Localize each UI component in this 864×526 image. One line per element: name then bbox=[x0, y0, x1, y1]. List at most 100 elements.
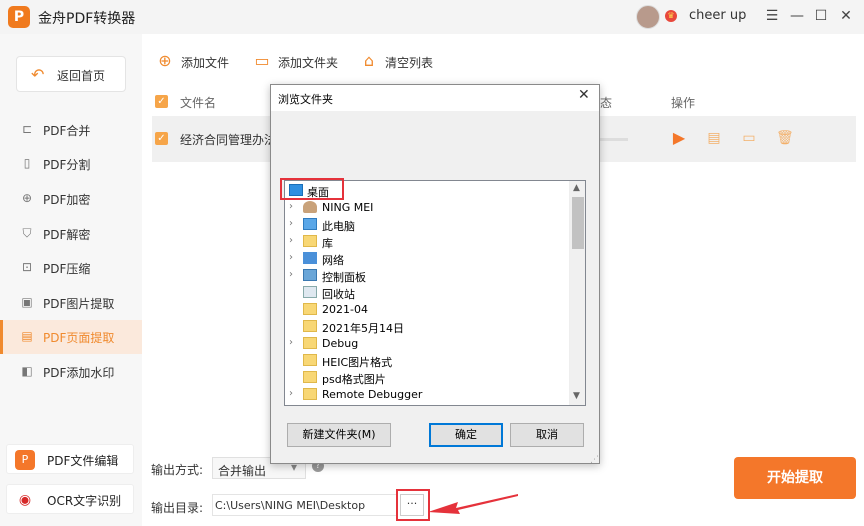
chevron-right-icon: › bbox=[289, 218, 293, 229]
sidebar-item-image-extract[interactable]: ▣ PDF图片提取 bbox=[0, 286, 142, 320]
pdf-editor-label: PDF文件编辑 bbox=[47, 454, 119, 468]
sidebar-item-decrypt[interactable]: ⛉ PDF解密 bbox=[0, 217, 142, 251]
tree-item-folder[interactable]: HEIC图片格式 bbox=[285, 352, 571, 369]
tree-item-folder[interactable]: › Remote Debugger bbox=[285, 386, 571, 403]
sidebar-item-label: PDF加密 bbox=[43, 193, 91, 207]
add-folder-label: 添加文件夹 bbox=[278, 56, 339, 70]
new-folder-button[interactable]: 新建文件夹(M) bbox=[287, 423, 391, 447]
username[interactable]: cheer up bbox=[689, 8, 746, 23]
play-icon[interactable]: ▶ bbox=[671, 129, 687, 147]
tree-item-folder[interactable]: 2021-04 bbox=[285, 301, 571, 318]
home-button[interactable]: ↶ 返回首页 bbox=[16, 56, 126, 92]
sidebar-item-encrypt[interactable]: ⊕ PDF加密 bbox=[0, 182, 142, 216]
sidebar-item-merge[interactable]: ⊏ PDF合并 bbox=[0, 113, 142, 147]
row-checkbox[interactable]: ✓ bbox=[155, 132, 168, 145]
dialog-title: 浏览文件夹 bbox=[278, 93, 333, 106]
cancel-button[interactable]: 取消 bbox=[510, 423, 584, 447]
output-dir-label: 输出目录: bbox=[151, 501, 204, 515]
sidebar-item-label: PDF添加水印 bbox=[43, 366, 115, 380]
broom-icon: ⌂ bbox=[363, 51, 375, 70]
sidebar-item-split[interactable]: ▯ PDF分割 bbox=[0, 147, 142, 181]
tree-item-label: 此电脑 bbox=[322, 220, 355, 233]
sidebar-item-label: PDF解密 bbox=[43, 228, 91, 242]
add-file-label: 添加文件 bbox=[181, 56, 230, 70]
clear-list-label: 清空列表 bbox=[385, 56, 434, 70]
ocr-button[interactable]: ◉ OCR文字识别 bbox=[6, 484, 134, 514]
maximize-button[interactable]: ☐ bbox=[812, 6, 830, 26]
annotation-highlight-desktop bbox=[280, 178, 344, 200]
output-dir-field[interactable]: C:\Users\NING MEI\Desktop bbox=[212, 494, 398, 516]
tree-item-user[interactable]: › NING MEI bbox=[285, 199, 571, 216]
output-mode-value: 合并输出 bbox=[218, 464, 267, 478]
network-icon bbox=[303, 252, 317, 264]
output-dir-value: C:\Users\NING MEI\Desktop bbox=[215, 499, 366, 512]
folder-icon: ▭ bbox=[254, 51, 270, 70]
page-icon: ▤ bbox=[21, 329, 33, 343]
home-label: 返回首页 bbox=[57, 69, 106, 83]
tree-item-label: 控制面板 bbox=[322, 271, 366, 284]
start-extract-button[interactable]: 开始提取 bbox=[734, 457, 856, 499]
sidebar-item-compress[interactable]: ⊡ PDF压缩 bbox=[0, 251, 142, 285]
back-arrow-icon: ↶ bbox=[31, 65, 45, 84]
scroll-down-icon[interactable]: ▼ bbox=[573, 391, 580, 401]
progress-bar bbox=[600, 138, 628, 141]
app-logo-icon: P bbox=[8, 6, 30, 28]
split-icon: ▯ bbox=[23, 156, 31, 170]
avatar[interactable] bbox=[636, 5, 660, 29]
folder-open-icon[interactable]: ▭ bbox=[741, 129, 757, 147]
sidebar-item-label: PDF图片提取 bbox=[43, 297, 115, 311]
tree-item-folder[interactable]: psd格式图片 bbox=[285, 369, 571, 386]
sidebar-item-label: PDF合并 bbox=[43, 124, 91, 138]
select-all-checkbox[interactable]: ✓ bbox=[155, 95, 168, 108]
tree-item-label: 2021-04 bbox=[322, 303, 368, 316]
folder-icon bbox=[303, 371, 317, 383]
document-icon[interactable]: ▤ bbox=[706, 129, 722, 147]
ocr-eye-icon: ◉ bbox=[15, 490, 35, 510]
tree-item-label: HEIC图片格式 bbox=[322, 356, 393, 369]
tree-item-folder[interactable]: 2021年5月14日 bbox=[285, 318, 571, 335]
menu-icon[interactable]: ☰ bbox=[763, 6, 781, 26]
watermark-icon: ◧ bbox=[21, 364, 33, 378]
scroll-up-icon[interactable]: ▲ bbox=[573, 183, 580, 193]
vip-badge-icon: ♛ bbox=[665, 10, 677, 22]
file-name: 经济合同管理办法 bbox=[180, 133, 277, 147]
tree-item-label: 网络 bbox=[322, 254, 344, 267]
folder-icon bbox=[303, 337, 317, 349]
ok-button[interactable]: 确定 bbox=[429, 423, 503, 447]
folder-icon bbox=[303, 320, 317, 332]
sidebar-item-watermark[interactable]: ◧ PDF添加水印 bbox=[0, 355, 142, 389]
resize-grip-icon[interactable]: ⋰ bbox=[590, 455, 599, 465]
chevron-right-icon: › bbox=[289, 252, 293, 263]
tree-item-label: Debug bbox=[322, 337, 359, 350]
minimize-button[interactable]: — bbox=[788, 6, 806, 26]
tree-item-label: 回收站 bbox=[322, 288, 355, 301]
folder-tree[interactable]: 桌面 › NING MEI › 此电脑 › 库 › 网络 › 控制面板 回收站 … bbox=[284, 180, 586, 406]
tree-item-label: NING MEI bbox=[322, 201, 374, 214]
tree-item-control-panel[interactable]: › 控制面板 bbox=[285, 267, 571, 284]
folder-icon bbox=[303, 354, 317, 366]
sidebar-item-label: PDF分割 bbox=[43, 158, 91, 172]
sidebar-item-page-extract[interactable]: ▤ PDF页面提取 bbox=[0, 320, 142, 354]
tree-item-network[interactable]: › 网络 bbox=[285, 250, 571, 267]
trash-icon[interactable]: 🗑 bbox=[776, 129, 794, 147]
tree-item-library[interactable]: › 库 bbox=[285, 233, 571, 250]
user-icon bbox=[303, 201, 317, 213]
control-panel-icon bbox=[303, 269, 317, 281]
pdf-editor-icon: P bbox=[15, 450, 35, 470]
dialog-close-icon[interactable]: ✕ bbox=[578, 87, 590, 103]
tree-item-label: 库 bbox=[322, 237, 333, 250]
merge-icon: ⊏ bbox=[21, 122, 33, 136]
scroll-thumb[interactable] bbox=[572, 197, 584, 249]
tree-scrollbar[interactable]: ▲ ▼ bbox=[569, 181, 585, 405]
tree-item-folder[interactable]: › Debug bbox=[285, 335, 571, 352]
computer-icon bbox=[303, 218, 317, 230]
tree-item-pc[interactable]: › 此电脑 bbox=[285, 216, 571, 233]
sidebar-item-label: PDF页面提取 bbox=[43, 331, 115, 345]
close-button[interactable]: ✕ bbox=[837, 6, 855, 26]
pdf-editor-button[interactable]: P PDF文件编辑 bbox=[6, 444, 134, 474]
image-icon: ▣ bbox=[21, 295, 33, 309]
tree-item-label: Remote Debugger bbox=[322, 388, 423, 401]
tree-item-recycle-bin[interactable]: 回收站 bbox=[285, 284, 571, 301]
output-mode-label: 输出方式: bbox=[151, 463, 204, 477]
chevron-right-icon: › bbox=[289, 388, 293, 399]
